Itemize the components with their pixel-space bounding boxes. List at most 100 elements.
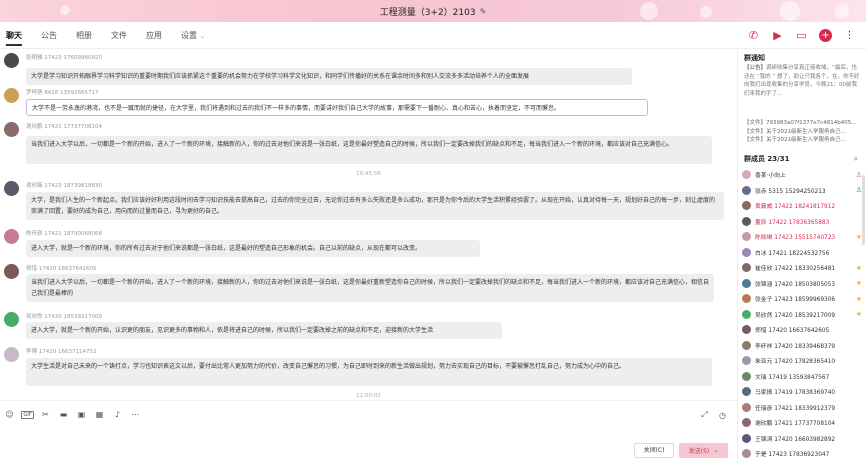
member-name: 张赤 5315 15294250213 [755, 188, 826, 195]
member-item[interactable]: 谢欣鹏 17421 17737708104 [742, 417, 864, 428]
member-name: 于是 17423 17836923047 [755, 452, 830, 458]
folder-icon[interactable]: ▬ [59, 410, 68, 419]
tab-bar: 聊天 公告 相册 文件 应用 设置 ⌄ ✆ ▶ ▭ + ⋮ [0, 22, 866, 49]
file-item[interactable]: 【文件】关于2021级新生入学服务自己… [744, 136, 860, 145]
message-bubble[interactable]: 当我们进入大学以后，一切都是一个新的开始，进入了一个新的环境，接触新的人，你的过… [26, 136, 712, 164]
member-item[interactable]: 张金子 17423 18599969306 ★ [742, 293, 864, 304]
star-icon: ★ [855, 294, 862, 303]
avatar[interactable] [4, 312, 19, 327]
member-name: 董辰 17422 17836365883 [755, 219, 830, 226]
notice-content[interactable]: 【公告】调研收集分享真正接收域，“最后，也还在 ”我的 ” 想了，助让只我各个，… [744, 64, 860, 98]
member-name: 香某·小向上 [755, 173, 786, 179]
member-item[interactable]: 王锦涛 17420 16603982892 [742, 433, 864, 444]
search-icon[interactable]: ⌕ [854, 154, 858, 164]
avatar [742, 263, 751, 272]
avatar [742, 340, 751, 350]
avatar[interactable] [4, 229, 19, 244]
message-bubble[interactable]: 进入大学，就是一个新的环境，你的所有过去对于他们来说都是一张白纸，这是最好的塑造… [26, 240, 480, 257]
grid-icon[interactable]: ▦ [95, 410, 104, 419]
member-name: 任瑞彦 17421 18339912379 [755, 405, 836, 412]
notice-title: 群通知 [744, 54, 765, 62]
member-name: 朱亚元 17420 17828365410 [755, 359, 836, 365]
video-call-icon[interactable]: ▶ [771, 29, 784, 42]
member-item[interactable]: 陈晓琳 17423 15515740723 ★ [742, 231, 864, 242]
tab-settings[interactable]: 设置 ⌄ [181, 22, 205, 49]
message-bubble[interactable]: 大学是学习知识开拓眼界学习科学知识的重要时期我们应该抓紧这个重要的机会努力在学校… [26, 68, 632, 85]
member-item[interactable]: 文瑞 17419 13593847567 [742, 371, 864, 382]
screen-share-icon[interactable]: ▭ [795, 29, 808, 42]
tab-album[interactable]: 相册 [76, 22, 92, 49]
member-item[interactable]: 香某·小向上 ♙ [742, 169, 864, 180]
member-item[interactable]: 马家振 17419 17838369740 [742, 386, 864, 397]
blossom-decoration [835, 4, 849, 18]
edit-icon[interactable]: ✎ [480, 7, 487, 16]
message-bubble[interactable]: 大学不是一劳永逸的港湾，也不是一蹴而就的捷径，在大学里，我们将遇到和过去的我们不… [26, 99, 648, 116]
timestamp: 10:45:56 [356, 171, 381, 177]
input-toolbar: ☺ GIF ✂ ▬ ▣ ▦ ♪ ⋯ ⤢ ◷ [0, 400, 737, 428]
message-bubble[interactable]: 大学生活是对自己未来的一个铸打点，学习也知识表这文以后，要付出比常人更加努力的代… [26, 358, 712, 386]
more-icon[interactable]: ⋮ [843, 29, 856, 42]
message-bubble[interactable]: 进入大学，就是一个新的开始，认识更的朋友，见识更多的事物和人，依是将进自己的时候… [26, 322, 502, 339]
member-name: 文瑞 17419 13593847567 [755, 374, 830, 381]
right-panel: 群通知 【公告】调研收集分享真正接收域，“最后，也还在 ”我的 ” 想了，助让只… [737, 49, 866, 463]
avatar [742, 309, 751, 319]
member-item[interactable]: 朱亚元 17420 17828365410 [742, 355, 864, 366]
scissors-icon[interactable]: ✂ [41, 410, 50, 419]
member-item[interactable]: 董辰 17422 17836365883 [742, 216, 864, 227]
avatar[interactable] [4, 88, 19, 103]
member-item[interactable]: 郑惜 17420 16637642605 [742, 324, 864, 335]
member-name: 吴欣然 17420 18539217009 [755, 312, 836, 319]
star-icon: ★ [855, 310, 862, 318]
message-bubble[interactable]: 大学，是我们人生的一个新起点。我们应该好好利用这段时间去学习知识技能去提高自己，… [26, 192, 724, 220]
blossom-decoration [60, 5, 70, 15]
bell-icon[interactable]: ♪ [113, 410, 122, 419]
chat-area[interactable]: 张翔雅 17423 17609980920 大学是学习知识开拓眼界学习科学知识的… [0, 49, 737, 400]
avatar[interactable] [4, 122, 19, 137]
avatar [742, 232, 751, 241]
send-button[interactable]: 发送(S) ⌄ [679, 443, 728, 458]
members-title: 群成员 23/31 [744, 155, 790, 163]
file-item[interactable]: 【文件】关于2021级新生入学服务自己… [744, 128, 860, 137]
emoji-icon[interactable]: ☺ [5, 410, 14, 419]
add-member-icon[interactable]: + [819, 29, 832, 42]
member-item[interactable]: 吴欣然 17420 18539217009 ★ [742, 309, 864, 320]
member-item[interactable]: 于是 17423 17836923047 [742, 448, 864, 459]
more-dots-icon[interactable]: ⋯ [131, 410, 140, 419]
sender-name: 郑惜 17420 16637642605 [26, 266, 97, 272]
member-item[interactable]: 白冰 17421 18224532756 [742, 247, 864, 258]
sender-name: 罗梓萌 8428 13592665717 [26, 90, 99, 96]
sender-name: 谢欣薇 17423 18739818830 [26, 183, 102, 189]
window-title: 工程测量（3+2）2103 [379, 7, 476, 18]
tab-files[interactable]: 文件 [111, 22, 127, 49]
member-item[interactable]: 李纤祥 17420 18339468379 [742, 340, 864, 351]
avatar [742, 402, 751, 412]
avatar[interactable] [4, 347, 19, 362]
member-item[interactable]: 黄霸威 17422 18241817912 [742, 200, 864, 211]
avatar[interactable] [4, 53, 19, 68]
image-icon[interactable]: ▣ [77, 410, 86, 419]
avatar[interactable] [4, 181, 19, 196]
phone-icon[interactable]: ✆ [747, 29, 760, 42]
file-item[interactable]: 【文件】793983a07f1377e7c4814b405… [744, 119, 860, 128]
avatar [742, 185, 751, 195]
member-item[interactable]: 张赤 5315 15294250213 ♙ [742, 185, 864, 196]
chevron-down-icon[interactable]: ⌄ [713, 447, 718, 454]
message-bubble[interactable]: 当我们进入大学以后，一切都是一个新的开始，进入了一个新的环境，接触新的人，你的过… [26, 274, 714, 302]
member-name: 陈晓琳 17423 15515740723 [755, 235, 836, 241]
avatar[interactable] [4, 264, 19, 279]
member-item[interactable]: 任瑞彦 17421 18339912379 [742, 402, 864, 413]
sender-name: 吴欣然 17420 18539217009 [26, 314, 102, 320]
close-button[interactable]: 关闭(C) [634, 443, 674, 458]
tab-announcement[interactable]: 公告 [41, 22, 57, 49]
expand-icon[interactable]: ⤢ [700, 410, 709, 420]
tab-chat[interactable]: 聊天 [6, 22, 22, 49]
gif-icon[interactable]: GIF [21, 410, 34, 419]
member-item[interactable]: 张锦涵 17420 18503805053 ★ [742, 278, 864, 289]
member-name: 黄霸威 17422 18241817912 [755, 204, 836, 210]
clock-icon[interactable]: ◷ [718, 411, 727, 420]
member-item[interactable]: 崔佳欣 17422 18330256481 ★ [742, 262, 864, 273]
send-button-label: 发送(S) [688, 448, 710, 455]
member-name: 郑惜 17420 16637642605 [755, 328, 830, 334]
avatar [742, 449, 751, 458]
tab-apps[interactable]: 应用 [146, 22, 162, 49]
